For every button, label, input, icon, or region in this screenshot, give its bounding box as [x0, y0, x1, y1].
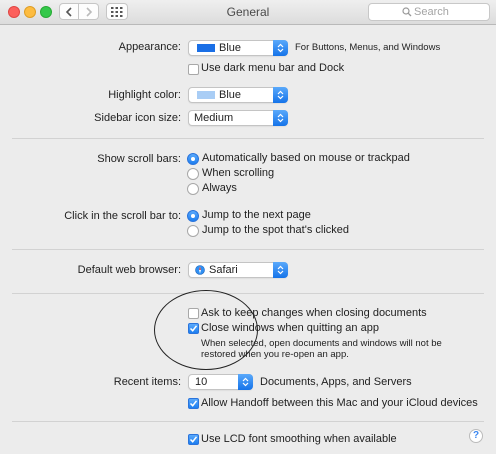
appearance-swatch	[197, 44, 215, 52]
scroll-click-label: Click in the scroll bar to:	[64, 210, 181, 222]
ask-keep-changes-checkbox[interactable]	[188, 308, 199, 319]
scroll-click-spot-label: Jump to the spot that's clicked	[202, 224, 350, 236]
divider	[12, 421, 484, 422]
scroll-bars-always-label: Always	[202, 182, 237, 194]
dark-menu-checkbox[interactable]	[188, 64, 199, 75]
lcd-smoothing-label: Use LCD font smoothing when available	[201, 433, 397, 445]
appearance-value: Blue	[219, 42, 242, 54]
appearance-note: For Buttons, Menus, and Windows	[295, 42, 441, 53]
scroll-click-spot-radio[interactable]	[187, 225, 199, 237]
highlight-value: Blue	[219, 89, 242, 101]
highlight-select[interactable]: Blue	[188, 87, 288, 103]
sidebar-icon-size-value: Medium	[194, 112, 234, 124]
updown-arrows-icon	[273, 110, 288, 126]
scroll-click-next-page-label: Jump to the next page	[202, 209, 311, 221]
updown-arrows-icon	[273, 262, 288, 278]
safari-icon	[195, 265, 205, 275]
updown-arrows-icon	[273, 40, 288, 56]
highlight-swatch	[197, 91, 215, 99]
default-browser-select[interactable]: Safari	[188, 262, 288, 278]
highlight-label: Highlight color:	[108, 89, 181, 101]
search-icon	[402, 7, 412, 17]
divider	[12, 138, 484, 139]
scroll-bars-auto-radio[interactable]	[187, 153, 199, 165]
sidebar-icon-size-label: Sidebar icon size:	[94, 112, 181, 124]
close-windows-checkbox[interactable]	[188, 323, 199, 334]
handoff-checkbox[interactable]	[188, 398, 199, 409]
checkmark-icon	[189, 325, 198, 332]
ask-keep-changes-label: Ask to keep changes when closing documen…	[201, 307, 427, 319]
recent-items-value: 10	[195, 376, 208, 388]
scroll-click-next-page-radio[interactable]	[187, 210, 199, 222]
close-windows-note-line2: restored when you re-open an app.	[201, 349, 349, 360]
divider	[12, 249, 484, 250]
recent-items-suffix: Documents, Apps, and Servers	[260, 376, 412, 388]
default-browser-label: Default web browser:	[77, 264, 181, 276]
recent-items-select[interactable]: 10	[188, 374, 253, 390]
title-bar: General Search	[0, 0, 496, 25]
sidebar-icon-size-select[interactable]: Medium	[188, 110, 288, 126]
dark-menu-label: Use dark menu bar and Dock	[201, 62, 345, 74]
help-button[interactable]: ?	[469, 429, 483, 443]
checkmark-icon	[189, 400, 198, 407]
close-windows-label: Close windows when quitting an app	[201, 322, 379, 334]
checkmark-icon	[189, 436, 198, 443]
appearance-select[interactable]: Blue	[188, 40, 288, 56]
scroll-bars-auto-label: Automatically based on mouse or trackpad	[202, 152, 410, 164]
recent-items-label: Recent items:	[113, 376, 181, 388]
appearance-label: Appearance:	[118, 41, 181, 53]
updown-arrows-icon	[273, 87, 288, 103]
search-field[interactable]: Search	[368, 3, 490, 21]
search-placeholder: Search	[414, 6, 449, 18]
default-browser-value: Safari	[209, 264, 238, 276]
scroll-bars-when-scrolling-label: When scrolling	[202, 167, 275, 179]
updown-arrows-icon	[238, 374, 253, 390]
scroll-bars-when-scrolling-radio[interactable]	[187, 168, 199, 180]
lcd-smoothing-checkbox[interactable]	[188, 434, 199, 445]
close-windows-note-line1: When selected, open documents and window…	[201, 338, 442, 349]
scroll-bars-label: Show scroll bars:	[97, 153, 181, 165]
handoff-label: Allow Handoff between this Mac and your …	[201, 397, 478, 409]
scroll-bars-always-radio[interactable]	[187, 183, 199, 195]
divider	[12, 293, 484, 294]
